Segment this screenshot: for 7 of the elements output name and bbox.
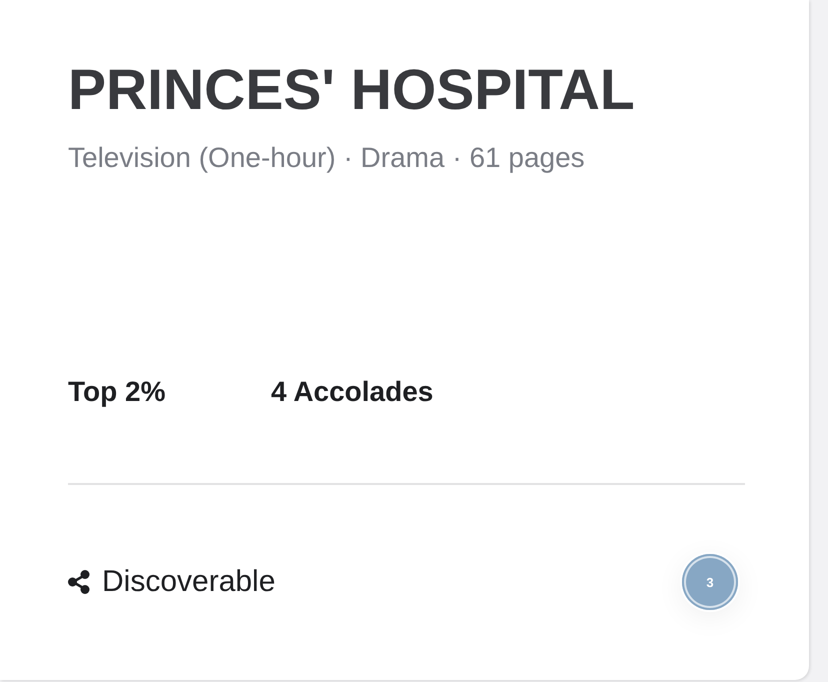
share-icon [68,570,90,594]
project-title: PRINCES' HOSPITAL [68,58,635,122]
count-button[interactable]: 3 [682,554,738,610]
stat-label: 4 Accolades [271,376,434,408]
project-details: Television (One-hour) · Drama · 61 pages [68,141,585,175]
stat-label: Top 2% [68,376,166,408]
visibility-label: Discoverable [102,564,276,600]
